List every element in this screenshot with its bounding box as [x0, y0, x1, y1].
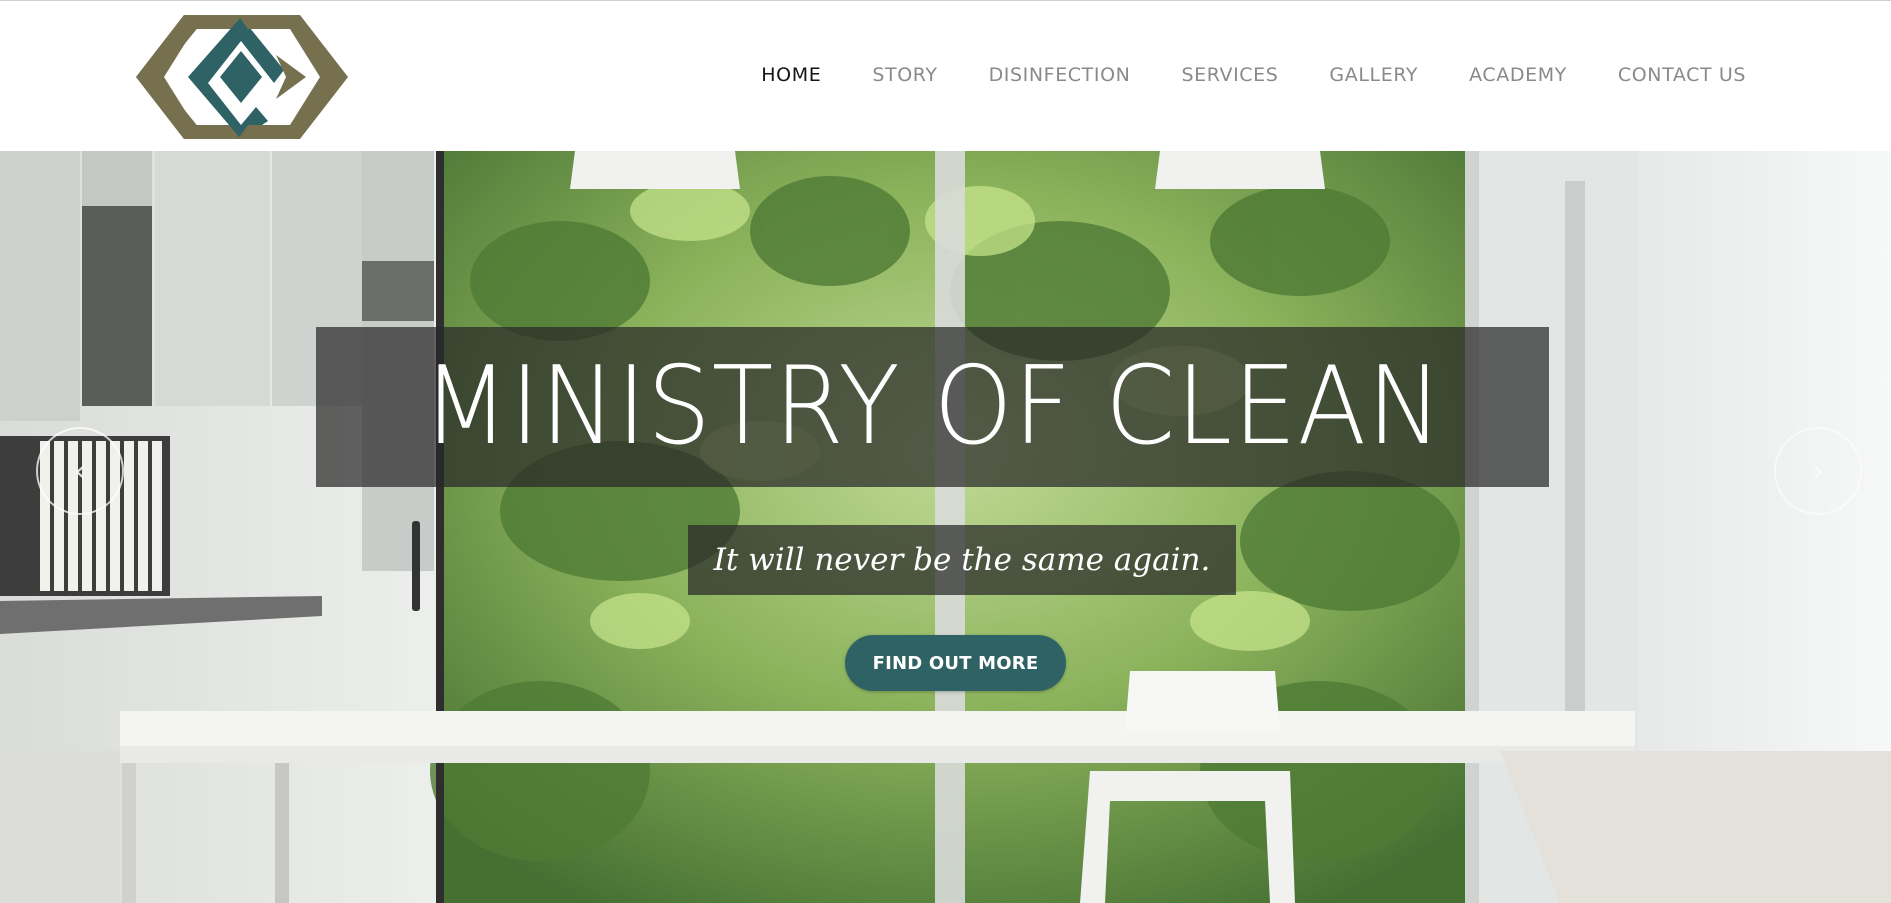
hero-tagline: It will never be the same again.: [713, 542, 1211, 578]
hero-title-box: MINISTRY OF CLEAN: [316, 327, 1549, 487]
nav-gallery[interactable]: GALLERY: [1329, 61, 1418, 89]
logo[interactable]: [136, 15, 348, 139]
nav-academy[interactable]: ACADEMY: [1469, 61, 1567, 89]
slider-prev-button[interactable]: ‹: [36, 427, 124, 515]
hero-tagline-box: It will never be the same again.: [688, 525, 1236, 595]
nav-story[interactable]: STORY: [872, 61, 937, 89]
chevron-right-icon: ›: [1812, 453, 1824, 489]
nav-home[interactable]: HOME: [761, 61, 821, 89]
slider-next-button[interactable]: ›: [1774, 427, 1862, 515]
hero-slider: ‹ › MINISTRY OF CLEAN It will never be t…: [0, 151, 1891, 903]
nav-disinfection[interactable]: DISINFECTION: [989, 61, 1131, 89]
nav-contact-us[interactable]: CONTACT US: [1618, 61, 1746, 89]
find-out-more-button[interactable]: FIND OUT MORE: [845, 635, 1066, 691]
main-nav: HOME STORY DISINFECTION SERVICES GALLERY…: [761, 61, 1746, 89]
site-header: HOME STORY DISINFECTION SERVICES GALLERY…: [0, 1, 1891, 151]
logo-icon: [136, 15, 348, 139]
nav-services[interactable]: SERVICES: [1181, 61, 1278, 89]
chevron-left-icon: ‹: [74, 453, 86, 489]
hero-title: MINISTRY OF CLEAN: [422, 344, 1443, 469]
